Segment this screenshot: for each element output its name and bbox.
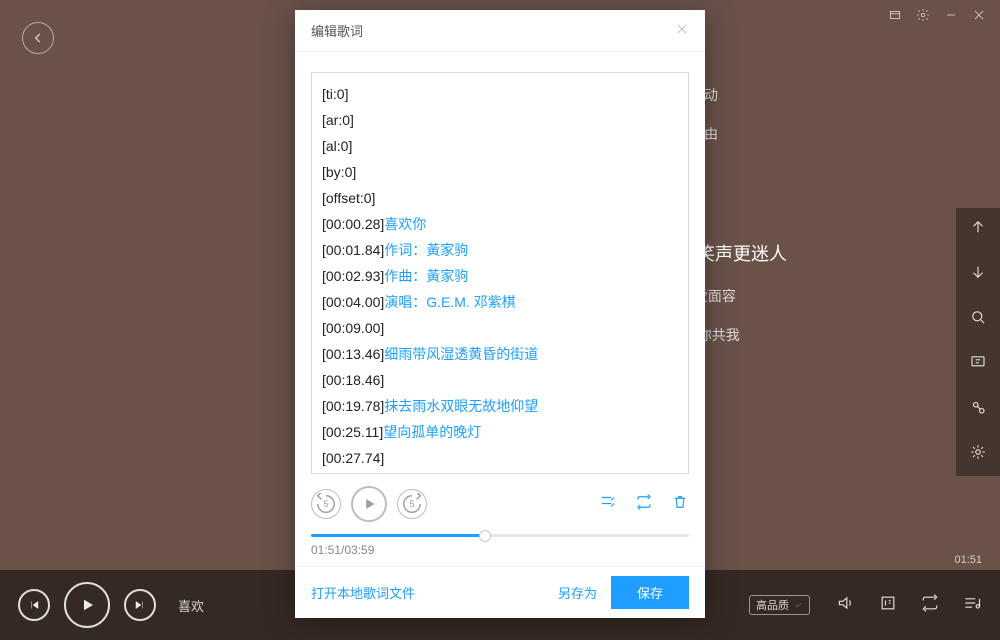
- lyric-text: 细雨带风湿透黄昏的街道: [384, 346, 538, 362]
- lyric-line[interactable]: [00:09.00]: [322, 315, 678, 341]
- lyric-timestamp: [00:09.00]: [322, 320, 384, 336]
- lyric-timestamp: [00:04.00]: [322, 294, 384, 310]
- open-local-link[interactable]: 打开本地歌词文件: [311, 583, 415, 602]
- modal-close-button[interactable]: [675, 22, 689, 39]
- lyric-line[interactable]: [00:18.46]: [322, 367, 678, 393]
- lyric-line[interactable]: [00:00.28]喜欢你: [322, 211, 678, 237]
- lyric-text: 作曲：黃家驹: [384, 268, 468, 284]
- delete-line-icon[interactable]: [671, 493, 689, 516]
- lyric-timestamp: [00:27.74]: [322, 450, 384, 466]
- modal-footer: 打开本地歌词文件 另存为 保存: [295, 566, 705, 618]
- lyric-line[interactable]: [by:0]: [322, 159, 678, 185]
- lyric-timestamp: [00:18.46]: [322, 372, 384, 388]
- rewind-5s-button[interactable]: 5: [311, 489, 341, 519]
- lyric-line[interactable]: [00:27.74]: [322, 445, 678, 471]
- lyric-timestamp: [ar:0]: [322, 112, 354, 128]
- lyric-line[interactable]: [ti:0]: [322, 81, 678, 107]
- lyric-textarea[interactable]: [ti:0] [ar:0] [al:0] [by:0] [offset:0] [00:00…: [311, 72, 689, 474]
- lyric-line[interactable]: [00:13.46]细雨带风湿透黄昏的街道: [322, 341, 678, 367]
- insert-timestamp-icon[interactable]: [599, 493, 617, 516]
- lyric-timestamp: [00:19.78]: [322, 398, 384, 414]
- lyric-text: 演唱：G.E.M. 邓紫棋: [384, 294, 515, 310]
- lyric-timestamp: [al:0]: [322, 138, 352, 154]
- lyric-timestamp: [00:01.84]: [322, 242, 384, 258]
- lyric-line[interactable]: [al:0]: [322, 133, 678, 159]
- modal-seekdot[interactable]: [479, 530, 491, 542]
- lyric-timestamp: [00:25.11]: [322, 424, 383, 440]
- lyric-line[interactable]: [00:02.93]作曲：黃家驹: [322, 263, 678, 289]
- lyric-line[interactable]: [ar:0]: [322, 107, 678, 133]
- lyric-line[interactable]: [00:19.78]抹去雨水双眼无故地仰望: [322, 393, 678, 419]
- lyric-text: 作词：黃家驹: [384, 242, 468, 258]
- lyric-timestamp: [00:00.28]: [322, 216, 384, 232]
- modal-time-text: 01:51/03:59: [311, 543, 689, 557]
- lyric-timestamp: [00:02.93]: [322, 268, 384, 284]
- lyric-line[interactable]: [00:04.00]演唱：G.E.M. 邓紫棋: [322, 289, 678, 315]
- lyric-text: 抹去雨水双眼无故地仰望: [384, 398, 538, 414]
- modal-seekfill: [311, 534, 485, 537]
- edit-lyrics-modal: 编辑歌词 [ti:0][ar:0][al:0][by:0][offset:0][…: [295, 10, 705, 618]
- save-button[interactable]: 保存: [611, 576, 689, 609]
- save-as-link[interactable]: 另存为: [558, 583, 597, 602]
- lyric-timestamp: [offset:0]: [322, 190, 375, 206]
- modal-overlay: 编辑歌词 [ti:0][ar:0][al:0][by:0][offset:0][…: [0, 0, 1000, 640]
- lyric-line[interactable]: [offset:0]: [322, 185, 678, 211]
- modal-media-controls: 5 5: [311, 486, 689, 522]
- lyric-timestamp: [00:13.46]: [322, 346, 384, 362]
- lyric-timestamp: [ti:0]: [322, 86, 348, 102]
- forward-5s-button[interactable]: 5: [397, 489, 427, 519]
- lyric-timestamp: [by:0]: [322, 164, 356, 180]
- modal-titlebar: 编辑歌词: [295, 10, 705, 52]
- lyric-text: 喜欢你: [384, 216, 426, 232]
- modal-seekbar-row: 01:51/03:59: [311, 534, 689, 557]
- modal-seekbar[interactable]: [311, 534, 689, 537]
- lyric-line[interactable]: [00:01.84]作词：黃家驹: [322, 237, 678, 263]
- modal-title: 编辑歌词: [311, 21, 363, 40]
- lyric-line[interactable]: [00:25.11]望向孤单的晚灯: [322, 419, 678, 445]
- lyric-text: 望向孤单的晚灯: [383, 424, 481, 440]
- sync-icon[interactable]: [635, 493, 653, 516]
- modal-play-button[interactable]: [351, 486, 387, 522]
